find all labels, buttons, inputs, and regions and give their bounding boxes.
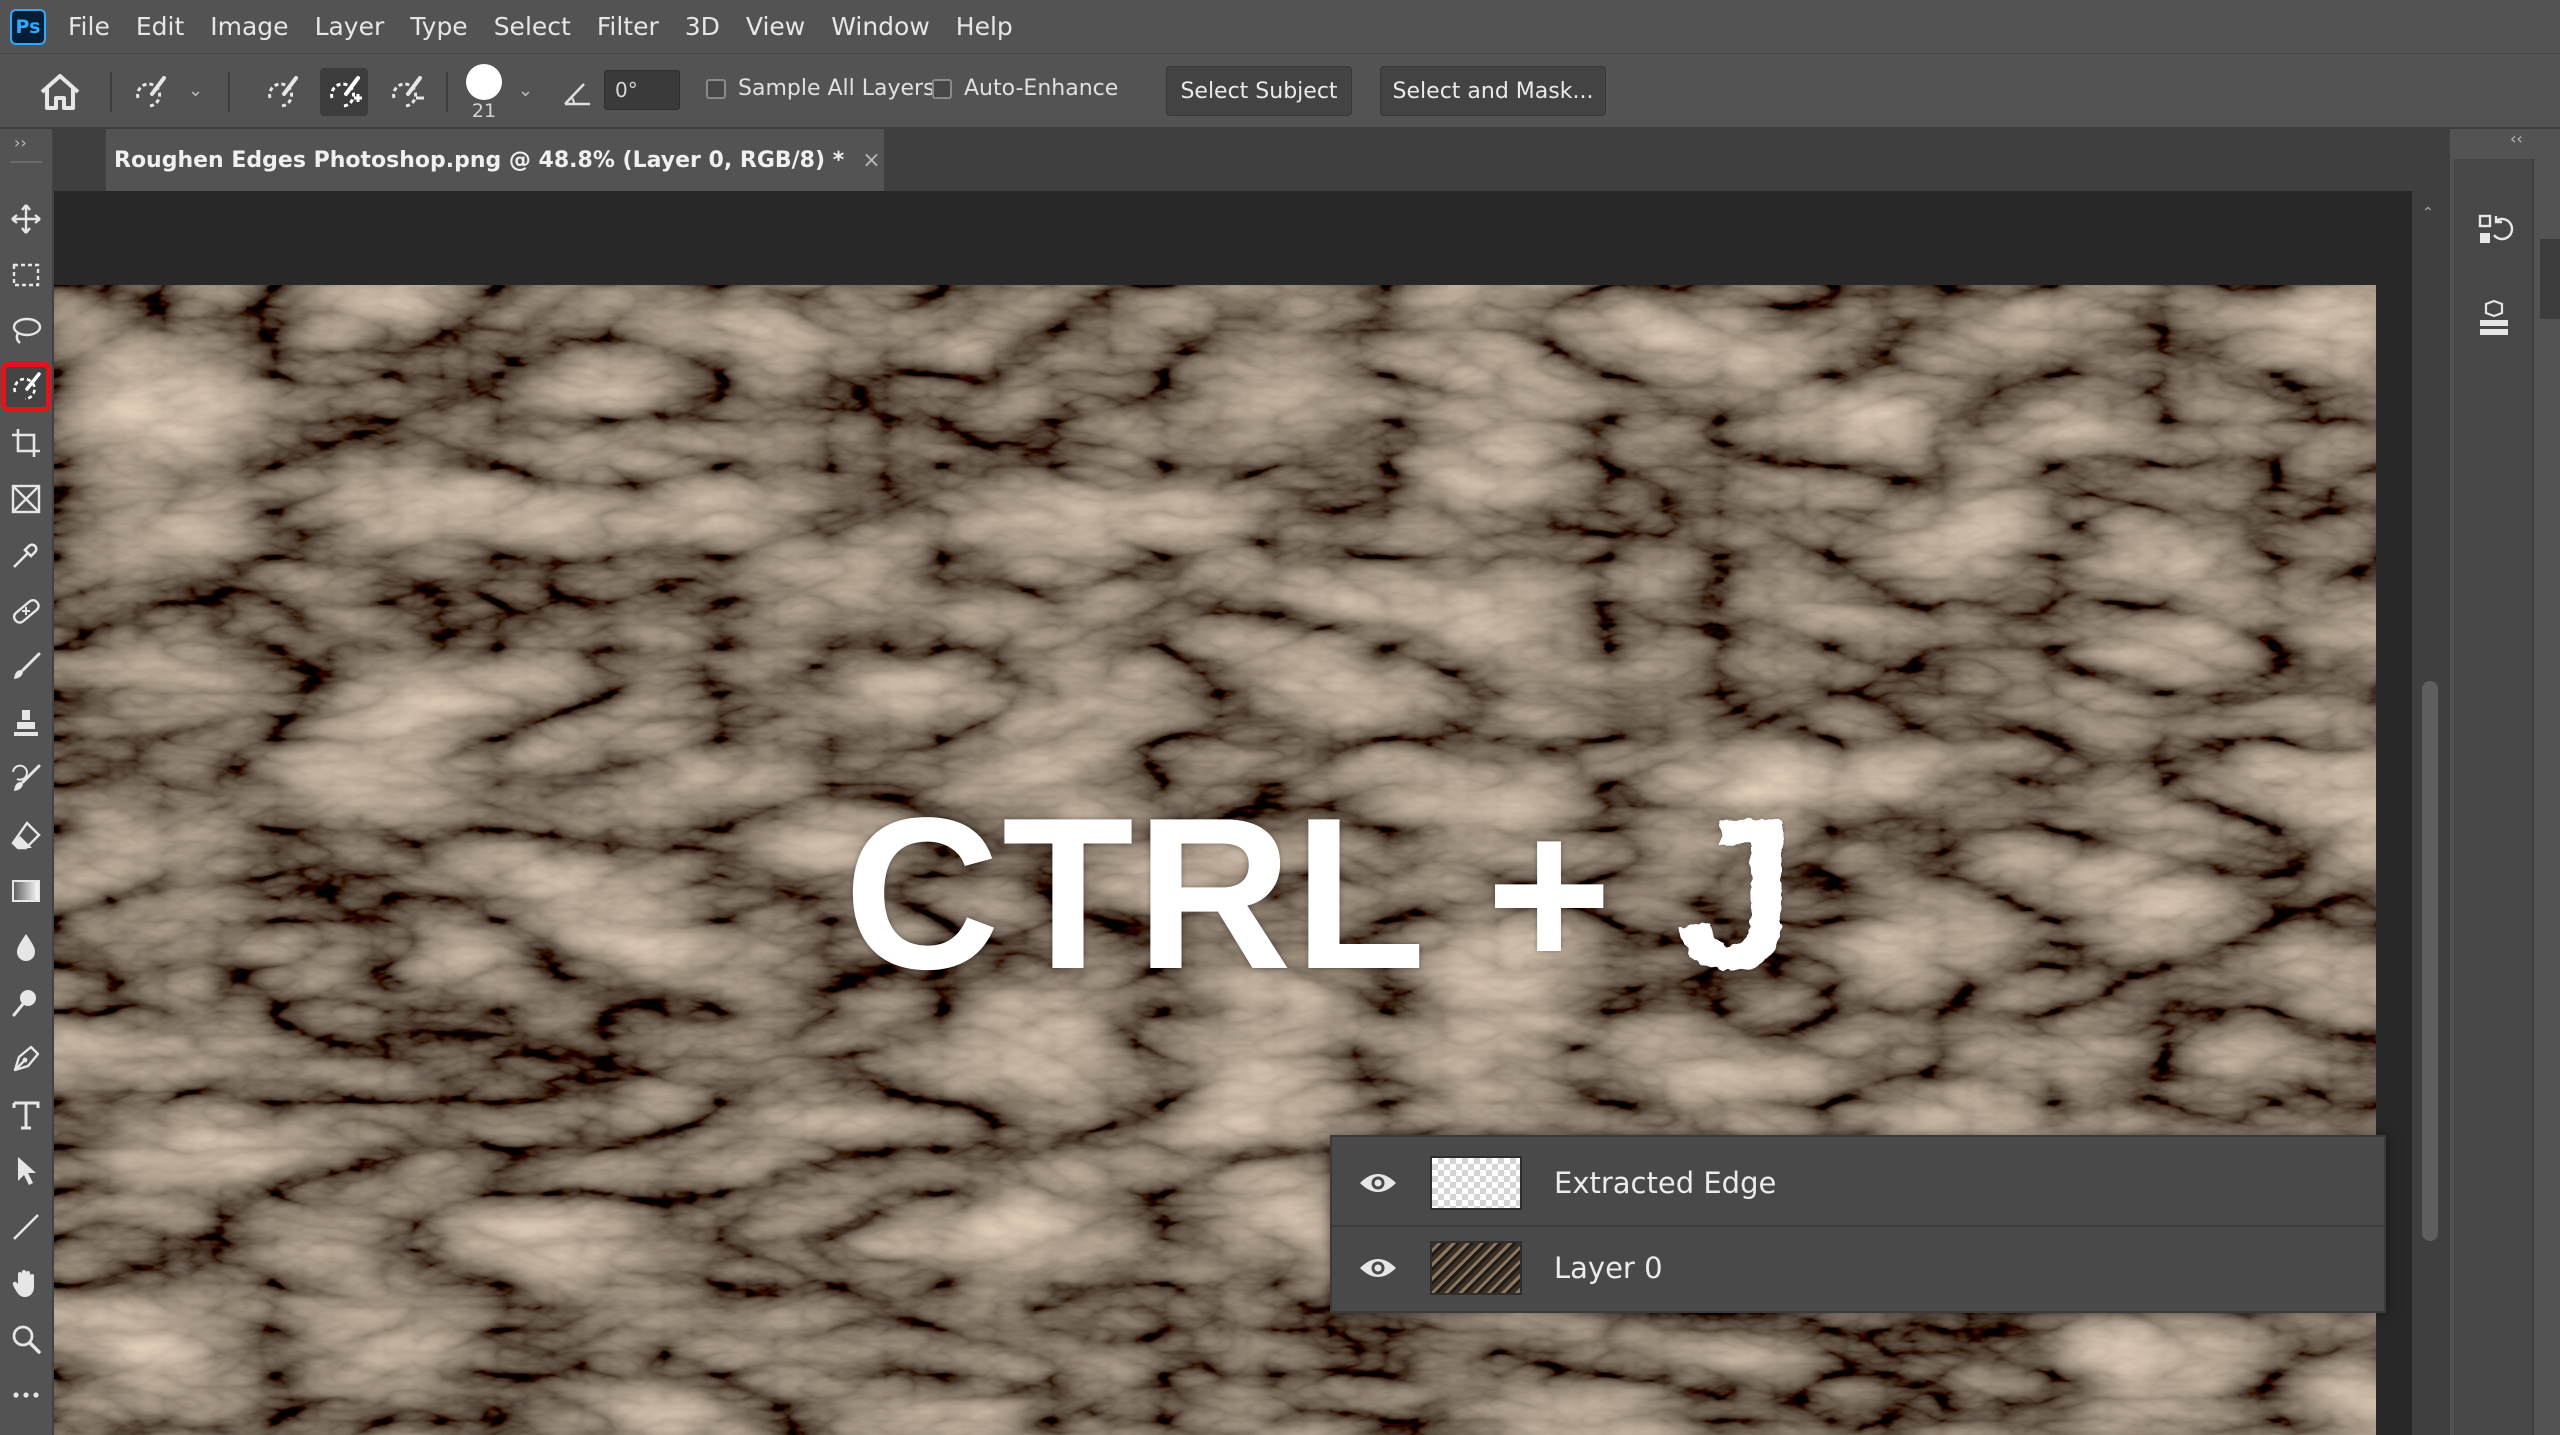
photoshop-window: Ps File Edit Image Layer Type Select Fil… [0,0,2560,1435]
menu-filter[interactable]: Filter [597,12,659,41]
type-tool-icon[interactable] [6,1095,46,1135]
blur-tool-icon[interactable] [6,927,46,967]
hand-tool-icon[interactable] [6,1263,46,1303]
dodge-tool-icon[interactable] [6,983,46,1023]
brush-preview-icon[interactable] [466,64,502,100]
right-panel-dock: ‹‹ [2450,129,2560,1435]
quick-selection-tool-icon[interactable] [1,362,51,412]
menu-select[interactable]: Select [494,12,571,41]
new-selection-button[interactable] [258,68,306,116]
history-panel-icon[interactable] [2474,211,2514,251]
layer-row[interactable]: Layer 0 [1332,1225,2384,1309]
scroll-up-icon[interactable]: ⌃ [2422,205,2434,221]
quick-selection-icon [136,76,166,108]
vertical-scrollbar[interactable]: ⌃ [2412,191,2450,1435]
pen-tool-icon[interactable] [6,1039,46,1079]
separator [446,72,448,112]
layers-overlay-panel: Extracted Edge Layer 0 [1330,1135,2386,1313]
eye-icon[interactable] [1358,1169,1398,1197]
eyedropper-tool-icon[interactable] [6,535,46,575]
scroll-thumb[interactable] [2422,681,2438,1241]
ctrl-plus-text: CTRL + [844,772,1677,1014]
panel-edge-tab[interactable] [2540,239,2560,319]
layer-name[interactable]: Extracted Edge [1554,1166,1776,1200]
zoom-tool-icon[interactable] [6,1319,46,1359]
lasso-tool-icon[interactable] [6,311,46,351]
select-and-mask-button[interactable]: Select and Mask... [1380,66,1606,116]
photoshop-logo-icon[interactable]: Ps [10,8,46,45]
panel-icon-strip [2454,159,2534,1435]
auto-enhance-option[interactable]: Auto-Enhance [932,76,1118,101]
crop-tool-icon[interactable] [6,423,46,463]
menu-3d[interactable]: 3D [685,12,720,41]
brush-picker-chevron-icon[interactable]: ⌄ [518,80,533,101]
frame-tool-icon[interactable] [6,479,46,519]
subtract-from-selection-button[interactable] [382,68,430,116]
healing-brush-tool-icon[interactable] [6,591,46,631]
rectangular-marquee-tool-icon[interactable] [6,255,46,295]
menu-layer[interactable]: Layer [315,12,385,41]
clone-stamp-tool-icon[interactable] [6,703,46,743]
quick-selection-subtract-icon [392,76,424,108]
auto-enhance-checkbox[interactable] [932,78,952,99]
path-selection-tool-icon[interactable] [6,1151,46,1191]
menu-help[interactable]: Help [956,12,1013,41]
angle-input[interactable]: 0° [604,70,680,110]
layer-row[interactable]: Extracted Edge [1332,1141,2384,1225]
auto-enhance-label: Auto-Enhance [964,76,1119,101]
sample-all-layers-checkbox[interactable] [706,78,726,99]
gradient-tool-icon[interactable] [6,871,46,911]
panel-grip[interactable] [10,161,42,165]
layer-thumbnail-texture[interactable] [1430,1241,1522,1295]
brush-tool-icon[interactable] [6,647,46,687]
angle-icon [564,83,590,106]
menu-view[interactable]: View [746,12,805,41]
sample-all-layers-label: Sample All Layers [738,76,935,101]
menu-edit[interactable]: Edit [136,12,184,41]
layer-name[interactable]: Layer 0 [1554,1251,1663,1285]
roughened-j-letter: J [1676,772,1799,1014]
brush-size-value: 21 [471,100,497,122]
document-tab-bar: Roughen Edges Photoshop.png @ 48.8% (Lay… [54,129,2450,191]
separator [228,72,230,112]
ctrl-j-overlay-text: CTRL + J [844,785,1798,1001]
sample-all-layers-option[interactable]: Sample All Layers [706,76,935,101]
close-icon[interactable]: × [862,148,880,173]
history-brush-tool-icon[interactable] [6,759,46,799]
home-icon[interactable] [36,72,84,112]
select-subject-button[interactable]: Select Subject [1166,66,1352,116]
options-bar: ⌄ 21 ⌄ 0° Sample All Layers Auto-Enhance… [0,53,2560,129]
quick-selection-icon [268,76,298,108]
layer-thumbnail-transparent[interactable] [1430,1156,1522,1210]
menu-file[interactable]: File [68,12,110,41]
tool-preset-picker[interactable] [126,68,174,116]
menu-window[interactable]: Window [831,12,930,41]
separator [110,72,112,112]
quick-selection-add-icon [330,76,362,108]
line-tool-icon[interactable] [6,1207,46,1247]
chevron-down-icon[interactable]: ⌄ [188,80,203,101]
eye-icon[interactable] [1358,1254,1398,1282]
add-to-selection-button[interactable] [320,68,368,116]
menu-bar: Ps File Edit Image Layer Type Select Fil… [0,0,2560,53]
more-tools-icon[interactable] [6,1375,46,1415]
move-tool-icon[interactable] [6,199,46,239]
expand-panel-icon[interactable]: ›› [14,133,27,152]
properties-panel-icon[interactable] [2474,299,2514,339]
collapse-panels-icon[interactable]: ‹‹ [2510,129,2523,148]
document-tab[interactable]: Roughen Edges Photoshop.png @ 48.8% (Lay… [106,129,884,191]
document-tab-title: Roughen Edges Photoshop.png @ 48.8% (Lay… [114,147,845,173]
tools-panel: ›› [0,129,54,1435]
menu-type[interactable]: Type [410,12,467,41]
eraser-tool-icon[interactable] [6,815,46,855]
menu-image[interactable]: Image [210,12,288,41]
